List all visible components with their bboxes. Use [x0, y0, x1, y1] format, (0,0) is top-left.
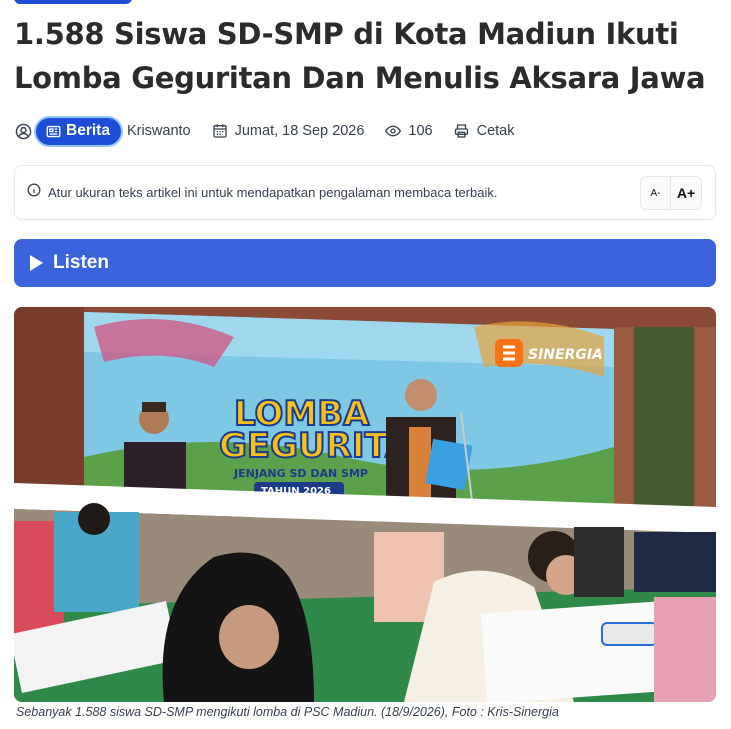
- category-badge[interactable]: Berita: [36, 117, 121, 145]
- top-tab-indicator: [14, 0, 132, 4]
- user-icon: [14, 122, 32, 140]
- newspaper-icon: [46, 125, 61, 137]
- listen-button[interactable]: Listen: [14, 239, 716, 287]
- banner-subtitle: JENJANG SD DAN SMP: [233, 467, 368, 480]
- print-link[interactable]: Cetak: [477, 123, 515, 139]
- article-title: 1.588 Siswa SD-SMP di Kota Madiun Ikuti …: [14, 17, 706, 95]
- bottom-photo: [14, 503, 716, 702]
- article-meta: Berita Kriswanto Jumat, 18 Sep 2026 106 …: [14, 117, 515, 145]
- image-caption: Sebanyak 1.588 siswa SD-SMP mengikuti lo…: [16, 705, 559, 719]
- decrease-font-button[interactable]: A-: [641, 177, 671, 209]
- top-photo: LOMBA GEGURITAN JENJANG SD DAN SMP TAHUN…: [14, 307, 716, 518]
- increase-font-button[interactable]: A+: [671, 177, 701, 209]
- featured-image[interactable]: LOMBA GEGURITAN JENJANG SD DAN SMP TAHUN…: [14, 307, 716, 702]
- listen-label: Listen: [53, 252, 109, 273]
- watermark-text: SINERGIA: [528, 347, 603, 363]
- play-icon: [30, 255, 43, 271]
- info-icon: [27, 183, 41, 202]
- notice-text: Atur ukuran teks artikel ini untuk menda…: [48, 185, 498, 200]
- calendar-icon: [211, 122, 229, 140]
- category-label: Berita: [66, 122, 110, 139]
- printer-icon[interactable]: [453, 122, 471, 140]
- publish-date: Jumat, 18 Sep 2026: [234, 123, 365, 139]
- eye-icon: [384, 122, 402, 140]
- view-count: 106: [408, 123, 433, 139]
- author-name[interactable]: Kriswanto: [127, 123, 191, 139]
- font-size-controls: A- A+: [640, 176, 702, 210]
- text-size-notice: Atur ukuran teks artikel ini untuk menda…: [14, 165, 716, 220]
